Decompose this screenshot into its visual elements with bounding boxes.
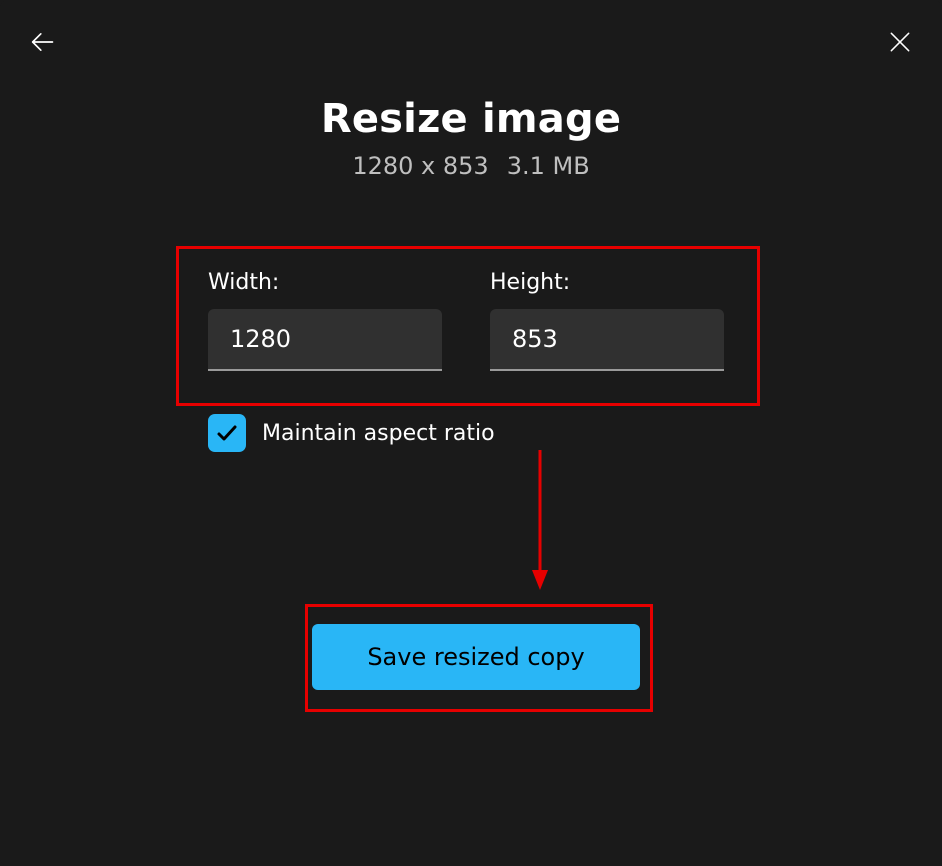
dialog-subtitle: 1280 x 853 3.1 MB [0, 152, 942, 180]
width-input[interactable] [208, 309, 442, 371]
height-field-group: Height: [490, 270, 724, 371]
save-resized-copy-button[interactable]: Save resized copy [312, 624, 640, 690]
back-arrow-icon [28, 28, 56, 56]
back-button[interactable] [24, 24, 60, 60]
aspect-ratio-label: Maintain aspect ratio [262, 421, 495, 446]
dialog-title: Resize image [0, 96, 942, 142]
close-icon [887, 29, 913, 55]
aspect-ratio-checkbox[interactable] [208, 414, 246, 452]
resize-dialog: Resize image 1280 x 853 3.1 MB Width: Hei… [0, 0, 942, 866]
width-label: Width: [208, 270, 442, 295]
height-label: Height: [490, 270, 724, 295]
checkmark-icon [215, 421, 239, 445]
width-field-group: Width: [208, 270, 442, 371]
current-dimensions: 1280 x 853 [352, 152, 488, 180]
aspect-ratio-row: Maintain aspect ratio [208, 414, 495, 452]
dimension-fields: Width: Height: [208, 270, 724, 371]
height-input[interactable] [490, 309, 724, 371]
annotation-arrow-icon [530, 450, 550, 590]
file-size: 3.1 MB [507, 152, 590, 180]
close-button[interactable] [882, 24, 918, 60]
